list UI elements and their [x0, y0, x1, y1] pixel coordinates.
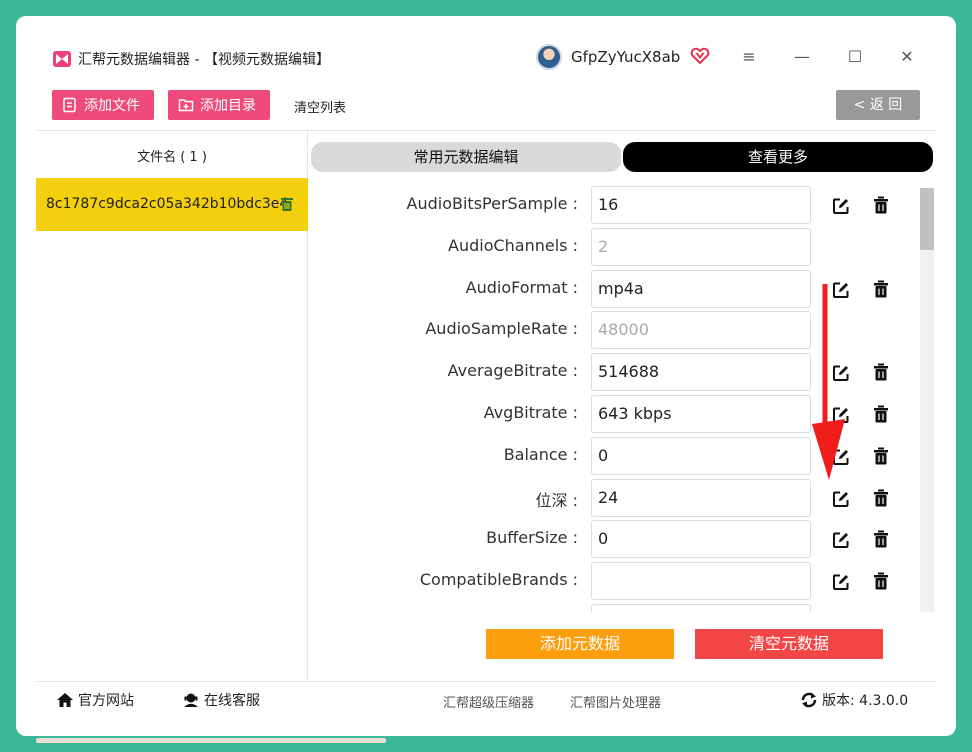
support-icon	[184, 693, 198, 707]
metadata-value-input[interactable]	[591, 604, 811, 612]
app-title: 汇帮元数据编辑器 - 【视频元数据编辑】	[78, 52, 330, 68]
close-icon[interactable]: ✕	[896, 46, 918, 68]
app-logo-icon	[53, 51, 71, 67]
add-directory-button[interactable]: 添加目录	[168, 90, 270, 120]
metadata-label: AudioChannels :	[448, 235, 578, 255]
refresh-icon	[801, 692, 817, 708]
edit-icon[interactable]	[832, 197, 850, 215]
avatar[interactable]	[536, 44, 562, 70]
compressor-link[interactable]: 汇帮超级压缩器	[443, 692, 534, 711]
add-file-label: 添加文件	[84, 98, 140, 114]
metadata-value-input[interactable]: mp4a	[591, 269, 811, 308]
metadata-value-input[interactable]: 643 kbps	[591, 395, 811, 433]
metadata-value-input[interactable]: 0	[591, 520, 811, 559]
metadata-label: AudioBitsPerSample :	[406, 194, 578, 213]
metadata-label: CompatibleBrands :	[419, 570, 578, 590]
title-bar: 汇帮元数据编辑器 - 【视频元数据编辑】 GfpZyYucX8ab ≡ — ☐ …	[16, 16, 956, 84]
scrollbar-thumb[interactable]	[920, 188, 934, 250]
red-arrow-annotation	[812, 284, 845, 480]
metadata-value-input[interactable]	[591, 562, 811, 601]
delete-icon[interactable]	[873, 363, 889, 381]
metadata-value-input[interactable]: 24	[591, 478, 811, 517]
edit-icon[interactable]	[832, 490, 850, 508]
metadata-row: AudioBitsPerSample : 16	[308, 186, 908, 224]
metadata-row: AudioChannels : 2	[308, 227, 908, 266]
edit-icon[interactable]	[832, 573, 850, 591]
back-button[interactable]: < 返 回	[836, 90, 920, 120]
tab-common-metadata[interactable]: 常用元数据编辑	[311, 142, 621, 172]
online-support-link[interactable]: 在线客服	[182, 690, 260, 710]
add-file-icon	[63, 97, 76, 113]
metadata-value-input[interactable]: 48000	[591, 311, 811, 350]
metadata-label: AvgBitrate :	[483, 403, 578, 422]
metadata-label: AverageBitrate :	[447, 361, 578, 381]
version-info[interactable]: 版本: 4.3.0.0	[800, 690, 908, 710]
username[interactable]: GfpZyYucX8ab	[571, 48, 680, 66]
delete-icon[interactable]	[873, 405, 889, 423]
remove-file-icon[interactable]	[280, 196, 294, 212]
scrollbar-track[interactable]	[920, 188, 934, 612]
clear-metadata-button[interactable]: 清空元数据	[695, 629, 883, 659]
metadata-label: AudioSampleRate :	[425, 319, 578, 339]
metadata-row: 位深 : 24	[308, 478, 908, 517]
image-processor-link[interactable]: 汇帮图片处理器	[570, 692, 661, 711]
official-website-label: 官方网站	[78, 693, 134, 709]
metadata-value-input[interactable]: 16	[591, 186, 811, 224]
background-strip	[36, 738, 386, 743]
tab-view-more[interactable]: 查看更多	[623, 142, 933, 172]
add-directory-label: 添加目录	[200, 98, 256, 114]
delete-icon[interactable]	[873, 489, 889, 507]
online-support-label: 在线客服	[204, 693, 260, 709]
home-icon	[57, 693, 73, 707]
metadata-row: BufferSize : 0	[308, 520, 908, 559]
delete-icon[interactable]	[873, 447, 889, 465]
metadata-label: BufferSize :	[486, 528, 578, 548]
delete-icon[interactable]	[873, 196, 889, 214]
metadata-label: AudioFormat :	[465, 277, 578, 297]
delete-icon[interactable]	[873, 530, 889, 548]
official-website-link[interactable]: 官方网站	[56, 690, 134, 710]
file-list-item[interactable]: 8c1787c9dca2c05a342b10bdc3e4	[36, 178, 308, 231]
edit-icon[interactable]	[832, 531, 850, 549]
file-list-panel: 文件名 ( 1 ) 8c1787c9dca2c05a342b10bdc3e4	[36, 131, 308, 681]
menu-icon[interactable]: ≡	[738, 46, 760, 68]
app-window: 汇帮元数据编辑器 - 【视频元数据编辑】 GfpZyYucX8ab ≡ — ☐ …	[16, 16, 956, 736]
add-folder-icon	[178, 99, 194, 112]
metadata-row: CompatibleBrands :	[308, 562, 908, 601]
metadata-value-input[interactable]: 0	[591, 436, 811, 475]
metadata-value-input[interactable]: 2	[591, 227, 811, 266]
metadata-label: Balance :	[503, 444, 578, 464]
metadata-value-input[interactable]: 514688	[591, 353, 811, 392]
clear-list-button[interactable]: 清空列表	[294, 97, 346, 116]
add-file-button[interactable]: 添加文件	[52, 90, 154, 120]
metadata-row	[308, 604, 908, 612]
add-metadata-button[interactable]: 添加元数据	[486, 629, 674, 659]
maximize-icon[interactable]: ☐	[844, 46, 866, 68]
metadata-label: 位深 :	[535, 490, 578, 510]
file-name: 8c1787c9dca2c05a342b10bdc3e4	[46, 196, 289, 212]
delete-icon[interactable]	[873, 280, 889, 298]
divider	[36, 681, 936, 682]
delete-icon[interactable]	[873, 572, 889, 590]
minimize-icon[interactable]: —	[791, 46, 813, 68]
version-label: 版本: 4.3.0.0	[822, 693, 909, 709]
file-list-header: 文件名 ( 1 )	[137, 150, 207, 165]
vip-heart-icon[interactable]	[690, 46, 710, 66]
